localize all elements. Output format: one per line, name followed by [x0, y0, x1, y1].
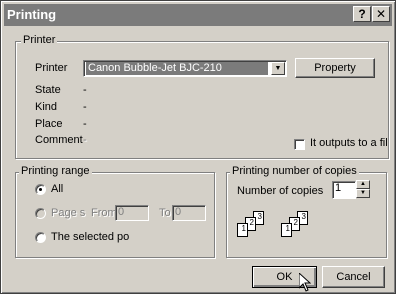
close-button[interactable]: ✕	[372, 6, 390, 22]
dropdown-arrow-icon[interactable]: ▼	[271, 62, 285, 75]
spin-up-icon[interactable]: ▲	[356, 180, 370, 189]
copies-spinner[interactable]: ▲ ▼	[356, 180, 370, 198]
printing-range-legend: Printing range	[19, 165, 92, 177]
ok-button-label: OK	[276, 271, 293, 283]
title-bar[interactable]: Printing ? ✕	[4, 4, 392, 26]
range-all-label: All	[51, 183, 64, 195]
page-number: 2	[293, 218, 298, 227]
state-label: State	[35, 84, 61, 96]
number-of-copies-label: Number of copies	[237, 185, 324, 197]
collate-illustration-1: 3 2 1	[237, 211, 273, 241]
range-from-label: From	[91, 207, 117, 219]
range-to-label: To	[159, 207, 171, 219]
property-button[interactable]: Property	[295, 58, 375, 78]
range-pages-radio[interactable]	[35, 208, 46, 219]
range-all-radio[interactable]	[35, 184, 46, 195]
output-to-file-label: It outputs to a file	[310, 137, 387, 149]
help-icon: ?	[358, 7, 366, 21]
property-button-label: Property	[314, 62, 356, 74]
number-of-copies-value: 1	[335, 182, 342, 194]
range-from-input[interactable]: 0	[115, 205, 149, 221]
place-value: -	[83, 118, 87, 130]
page-number: 1	[241, 224, 246, 233]
range-from-value: 0	[118, 206, 125, 218]
comment-label: Comment	[35, 134, 83, 146]
printer-label: Printer	[35, 62, 68, 74]
state-value: -	[83, 84, 87, 96]
output-to-file-checkbox[interactable]	[294, 139, 305, 150]
output-to-file-label-clip: It outputs to a file	[310, 137, 387, 149]
help-button[interactable]: ?	[353, 6, 371, 22]
copies-legend: Printing number of copies	[230, 165, 359, 177]
close-icon: ✕	[375, 7, 387, 21]
collate-illustration-2: 3 2 1	[281, 211, 317, 241]
page-number: 2	[249, 218, 254, 227]
kind-value: -	[83, 101, 87, 113]
cancel-button[interactable]: Cancel	[322, 266, 385, 288]
page-number: 3	[257, 212, 262, 221]
range-to-value: 0	[175, 206, 182, 218]
page-icon: 1	[237, 223, 248, 237]
mouse-cursor-icon	[299, 273, 311, 292]
range-selection-radio[interactable]	[35, 232, 46, 243]
range-to-input[interactable]: 0	[172, 205, 206, 221]
range-pages-label: Page s	[51, 207, 86, 219]
comment-value: -	[83, 134, 87, 146]
place-label: Place	[35, 118, 63, 130]
number-of-copies-input[interactable]: 1	[332, 181, 356, 199]
radio-selected-dot	[39, 188, 42, 191]
window-title: Printing	[7, 7, 57, 22]
page-icon: 1	[281, 223, 292, 237]
printer-group-legend: Printer	[21, 34, 58, 46]
range-selection-label: The selected po	[51, 231, 130, 243]
spin-down-icon[interactable]: ▼	[356, 189, 370, 198]
printing-dialog: Printing ? ✕ Printer Printer Canon Bubbl…	[0, 0, 396, 294]
kind-label: Kind	[35, 101, 58, 113]
page-number: 3	[301, 212, 306, 221]
printer-select-value: Canon Bubble-Jet BJC-210	[86, 62, 268, 75]
page-number: 1	[285, 224, 290, 233]
printer-select[interactable]: Canon Bubble-Jet BJC-210 ▼	[83, 60, 287, 77]
cancel-button-label: Cancel	[336, 271, 371, 283]
